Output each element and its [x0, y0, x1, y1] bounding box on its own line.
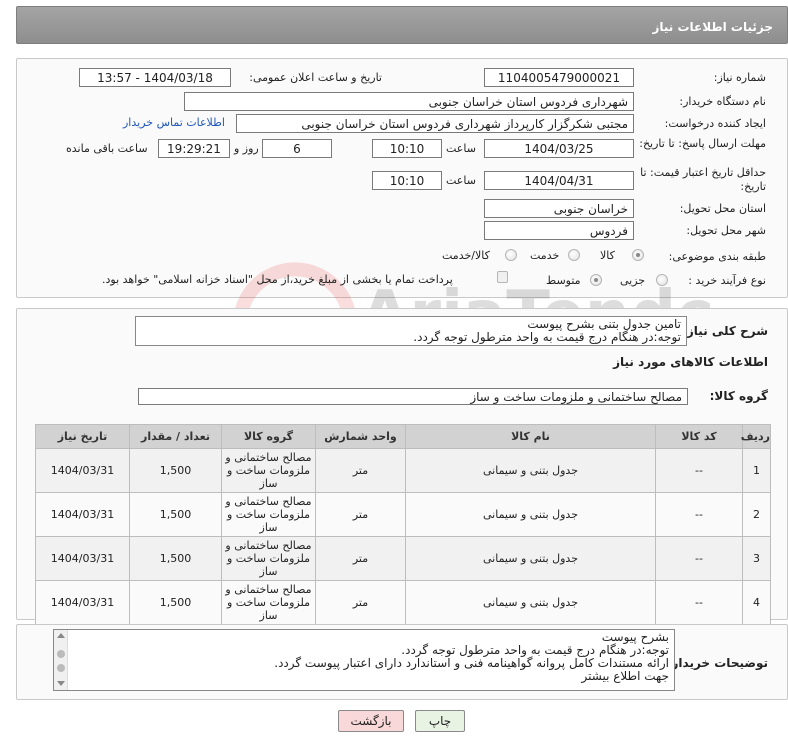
- category-label: طبقه بندی موضوعی:: [668, 250, 766, 263]
- row-group: مصالح ساختمانی و ملزومات ساخت و ساز: [221, 580, 316, 625]
- table-row: 3 -- جدول بتنی و سیمانی متر مصالح ساختما…: [35, 536, 771, 581]
- row-date: 1404/03/31: [35, 492, 130, 537]
- buyer-notes-label: توضیحات خریدار:: [666, 656, 768, 670]
- back-button[interactable]: بازگشت: [338, 710, 404, 732]
- buyer-org-label: نام دستگاه خریدار:: [679, 95, 766, 108]
- province-label: استان محل تحویل:: [679, 202, 766, 215]
- row-unit: متر: [315, 580, 406, 625]
- category-goods-label: کالا: [600, 249, 615, 262]
- city-label: شهر محل تحویل:: [686, 224, 766, 237]
- reply-time-field[interactable]: 10:10: [372, 139, 442, 158]
- category-radio-both[interactable]: [505, 249, 517, 261]
- buyer-org-field[interactable]: شهرداری فردوس استان خراسان جنوبی: [184, 92, 634, 111]
- creator-label: ایجاد کننده درخواست:: [664, 117, 766, 130]
- purchase-radio-medium[interactable]: [590, 274, 602, 286]
- summary-label: شرح کلی نیاز:: [682, 324, 768, 338]
- scroll-thumb[interactable]: [57, 650, 65, 658]
- scroll-dot: [57, 664, 65, 672]
- buyer-contact-link[interactable]: اطلاعات تماس خریدار: [123, 116, 225, 129]
- row-unit: متر: [315, 536, 406, 581]
- row-group: مصالح ساختمانی و ملزومات ساخت و ساز: [221, 492, 316, 537]
- row-qty: 1,500: [129, 580, 222, 625]
- buyer-note-line-3: ارائه مستندات کامل پروانه گواهینامه فنی …: [274, 656, 669, 670]
- col-name: نام کالا: [405, 424, 656, 449]
- remaining-time-field[interactable]: 19:29:21: [158, 139, 230, 158]
- days-label: روز و: [234, 142, 259, 155]
- row-code: --: [655, 536, 743, 581]
- remaining-time-label: ساعت باقی مانده: [66, 142, 148, 155]
- col-code: کد کالا: [655, 424, 743, 449]
- notes-scrollbar[interactable]: [54, 630, 68, 690]
- row-unit: متر: [315, 492, 406, 537]
- row-name: جدول بتنی و سیمانی: [405, 580, 656, 625]
- goods-table: ردیف کد کالا نام کالا واحد شمارش گروه کا…: [35, 424, 771, 625]
- purchase-medium-label: متوسط: [546, 274, 581, 287]
- reply-time-label: ساعت: [446, 142, 476, 155]
- row-date: 1404/03/31: [35, 580, 130, 625]
- table-row: 1 -- جدول بتنی و سیمانی متر مصالح ساختما…: [35, 448, 771, 493]
- goods-group-field[interactable]: مصالح ساختمانی و ملزومات ساخت و ساز: [138, 388, 688, 405]
- row-code: --: [655, 580, 743, 625]
- treasury-note: پرداخت تمام یا بخشی از مبلغ خرید،از محل …: [102, 273, 453, 286]
- category-service-label: خدمت: [530, 249, 560, 262]
- row-code: --: [655, 492, 743, 537]
- row-index: 1: [742, 448, 771, 493]
- row-index: 4: [742, 580, 771, 625]
- price-time-label: ساعت: [446, 174, 476, 187]
- reply-date-field[interactable]: 1404/03/25: [484, 139, 634, 158]
- row-qty: 1,500: [129, 448, 222, 493]
- print-button[interactable]: چاپ: [415, 710, 465, 732]
- col-index: ردیف: [741, 424, 771, 449]
- announce-datetime-field[interactable]: 1404/03/18 - 13:57: [79, 68, 231, 87]
- category-radio-goods[interactable]: [632, 249, 644, 261]
- goods-group-label: گروه کالا:: [709, 389, 768, 403]
- city-field[interactable]: فردوس: [484, 221, 634, 240]
- province-field[interactable]: خراسان جنوبی: [484, 199, 634, 218]
- row-index: 3: [742, 536, 771, 581]
- col-date: تاریخ نیاز: [35, 424, 130, 449]
- category-radio-service[interactable]: [568, 249, 580, 261]
- purchase-minor-label: جزیی: [620, 274, 646, 287]
- col-group: گروه کالا: [221, 424, 316, 449]
- row-code: --: [655, 448, 743, 493]
- goods-table-header: ردیف کد کالا نام کالا واحد شمارش گروه کا…: [35, 424, 771, 449]
- row-name: جدول بتنی و سیمانی: [405, 492, 656, 537]
- row-group: مصالح ساختمانی و ملزومات ساخت و ساز: [221, 536, 316, 581]
- table-row: 4 -- جدول بتنی و سیمانی متر مصالح ساختما…: [35, 580, 771, 625]
- buyer-notes-textarea[interactable]: بشرح پیوست توجه:در هنگام درج قیمت به واح…: [53, 629, 675, 691]
- col-unit: واحد شمارش: [315, 424, 406, 449]
- announce-label: تاریخ و ساعت اعلان عمومی:: [249, 71, 382, 84]
- row-unit: متر: [315, 448, 406, 493]
- price-date-field[interactable]: 1404/04/31: [484, 171, 634, 190]
- row-name: جدول بتنی و سیمانی: [405, 536, 656, 581]
- buyer-note-line-4: جهت اطلاع بیشتر: [581, 669, 669, 683]
- page-title: جزئیات اطلاعات نیاز: [16, 6, 788, 44]
- row-group: مصالح ساختمانی و ملزومات ساخت و ساز: [221, 448, 316, 493]
- row-qty: 1,500: [129, 536, 222, 581]
- row-date: 1404/03/31: [35, 448, 130, 493]
- summary-textarea[interactable]: تامین جدول بتنی بشرح پیوست توجه:در هنگام…: [135, 316, 687, 346]
- days-remaining-field[interactable]: 6: [262, 139, 332, 158]
- treasury-checkbox[interactable]: [497, 271, 508, 283]
- reply-deadline-label: مهلت ارسال پاسخ: تا تاریخ:: [639, 137, 766, 150]
- scroll-down-icon[interactable]: [57, 681, 65, 686]
- price-validity-label: حداقل تاریخ اعتبار قیمت: تا تاریخ:: [640, 166, 766, 193]
- goods-section-title: اطلاعات کالاهای مورد نیاز: [613, 355, 768, 369]
- need-number-field[interactable]: 1104005479000021: [484, 68, 634, 87]
- category-both-label: کالا/خدمت: [442, 249, 490, 262]
- row-date: 1404/03/31: [35, 536, 130, 581]
- table-row: 2 -- جدول بتنی و سیمانی متر مصالح ساختما…: [35, 492, 771, 537]
- summary-line-2: توجه:در هنگام درج قیمت به واحد مترطول تو…: [413, 330, 681, 344]
- creator-field[interactable]: مجتبی شکرگزار کارپرداز شهرداری فردوس است…: [236, 114, 634, 133]
- row-name: جدول بتنی و سیمانی: [405, 448, 656, 493]
- scroll-up-icon[interactable]: [57, 633, 65, 638]
- purchase-type-label: نوع فرآیند خرید :: [688, 274, 766, 287]
- row-index: 2: [742, 492, 771, 537]
- col-qty: تعداد / مقدار: [129, 424, 222, 449]
- price-time-field[interactable]: 10:10: [372, 171, 442, 190]
- row-qty: 1,500: [129, 492, 222, 537]
- purchase-radio-minor[interactable]: [656, 274, 668, 286]
- need-number-label: شماره نیاز:: [713, 71, 766, 84]
